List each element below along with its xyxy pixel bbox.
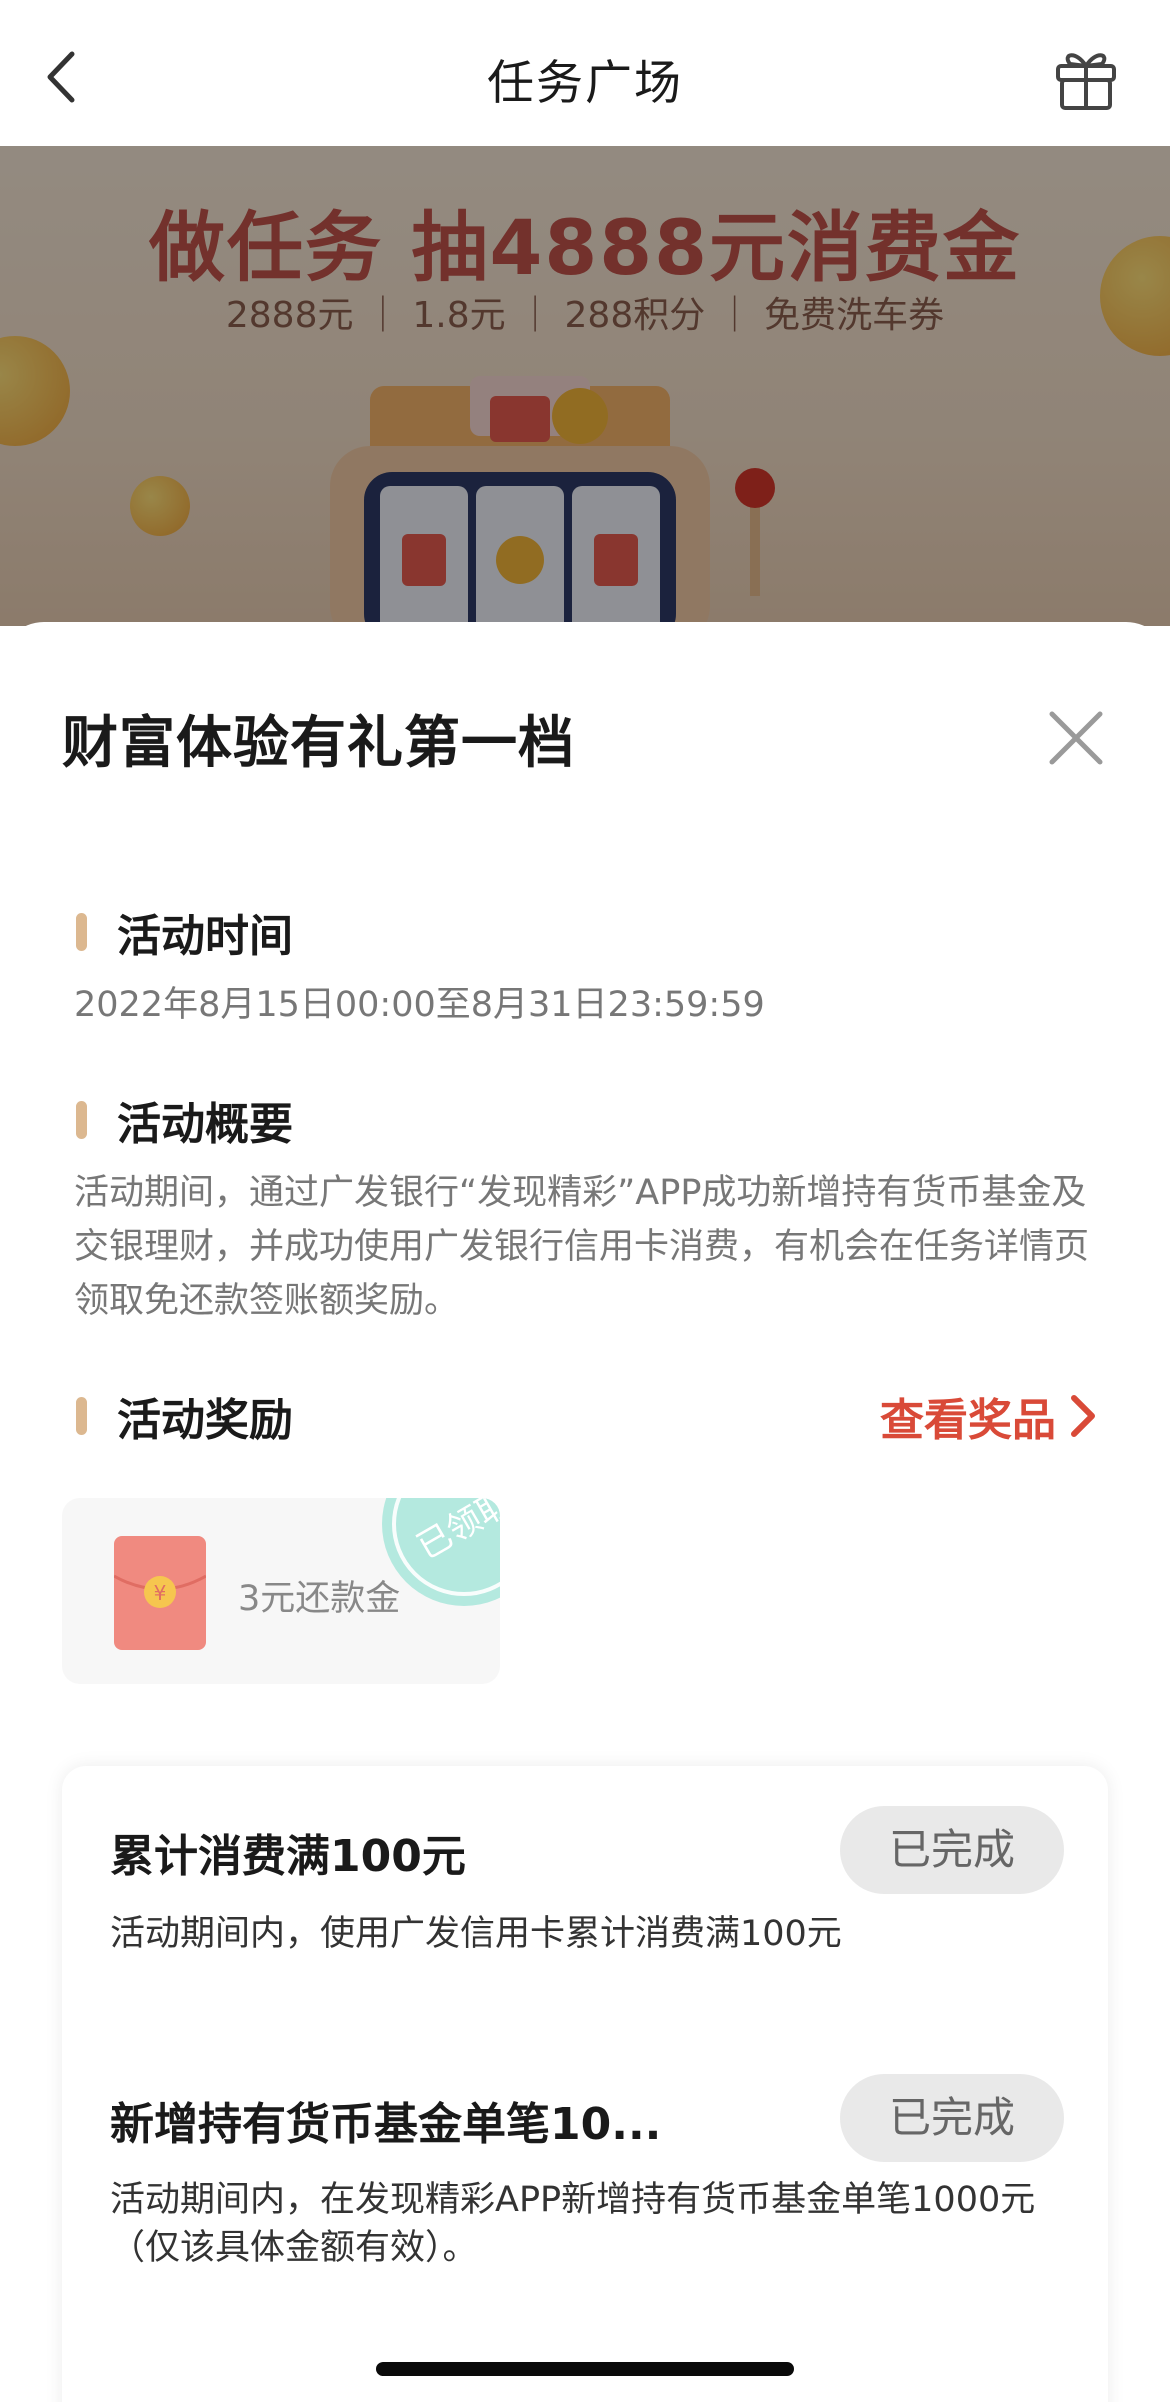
view-prizes-link[interactable]: 查看奖品 bbox=[880, 1384, 1100, 1448]
section-marker bbox=[76, 913, 87, 951]
task-status-button[interactable]: 已完成 bbox=[840, 1806, 1064, 1894]
task-status-button[interactable]: 已完成 bbox=[840, 2074, 1064, 2162]
section-header-time: 活动时间 bbox=[76, 900, 293, 964]
view-prizes-label: 查看奖品 bbox=[880, 1395, 1056, 1446]
claimed-stamp: 已领取 bbox=[382, 1498, 500, 1606]
modal-overlay[interactable] bbox=[0, 146, 1170, 626]
sheet-title: 财富体验有礼第一档 bbox=[62, 711, 575, 776]
section-header-summary: 活动概要 bbox=[76, 1088, 293, 1152]
reward-card: ¥ 3元还款金 已领取 bbox=[62, 1498, 500, 1684]
activity-detail-sheet: 财富体验有礼第一档 活动时间 2022年8月15日00:00至8月31日23:5… bbox=[0, 622, 1170, 2402]
section-header-reward: 活动奖励 bbox=[76, 1384, 293, 1448]
activity-summary-text: 活动期间，通过广发银行“发现精彩”APP成功新增持有货币基金及交银理财，并成功使… bbox=[74, 1173, 1090, 1321]
task-list-card: 累计消费满100元 已完成 活动期间内，使用广发信用卡累计消费满100元 新增持… bbox=[62, 1766, 1108, 2402]
top-navbar: 任务广场 bbox=[0, 0, 1170, 146]
section-marker bbox=[76, 1101, 87, 1139]
close-icon[interactable] bbox=[1040, 702, 1112, 774]
page-title: 任务广场 bbox=[487, 56, 683, 111]
section-label: 活动奖励 bbox=[117, 1395, 293, 1446]
activity-time-text: 2022年8月15日00:00至8月31日23:59:59 bbox=[74, 985, 765, 1025]
task-description: 活动期间内，在发现精彩APP新增持有货币基金单笔1000元（仅该具体金额有效）。 bbox=[110, 2180, 1036, 2268]
task-description: 活动期间内，使用广发信用卡累计消费满100元 bbox=[110, 1914, 842, 1954]
red-packet-symbol: ¥ bbox=[154, 1581, 167, 1605]
promo-banner: 做任务 抽4888元消费金 2888元 ｜ 1.8元 ｜ 288积分 ｜ 免费洗… bbox=[0, 146, 1170, 626]
section-label: 活动概要 bbox=[117, 1099, 293, 1150]
task-title: 新增持有货币基金单笔10... bbox=[110, 2099, 662, 2150]
task-title: 累计消费满100元 bbox=[110, 1831, 466, 1882]
gift-icon[interactable] bbox=[1052, 44, 1120, 112]
chevron-right-icon bbox=[1071, 1395, 1095, 1437]
home-indicator[interactable] bbox=[376, 2362, 794, 2376]
section-marker bbox=[76, 1397, 87, 1435]
section-label: 活动时间 bbox=[117, 911, 293, 962]
red-packet-icon: ¥ bbox=[114, 1536, 206, 1650]
